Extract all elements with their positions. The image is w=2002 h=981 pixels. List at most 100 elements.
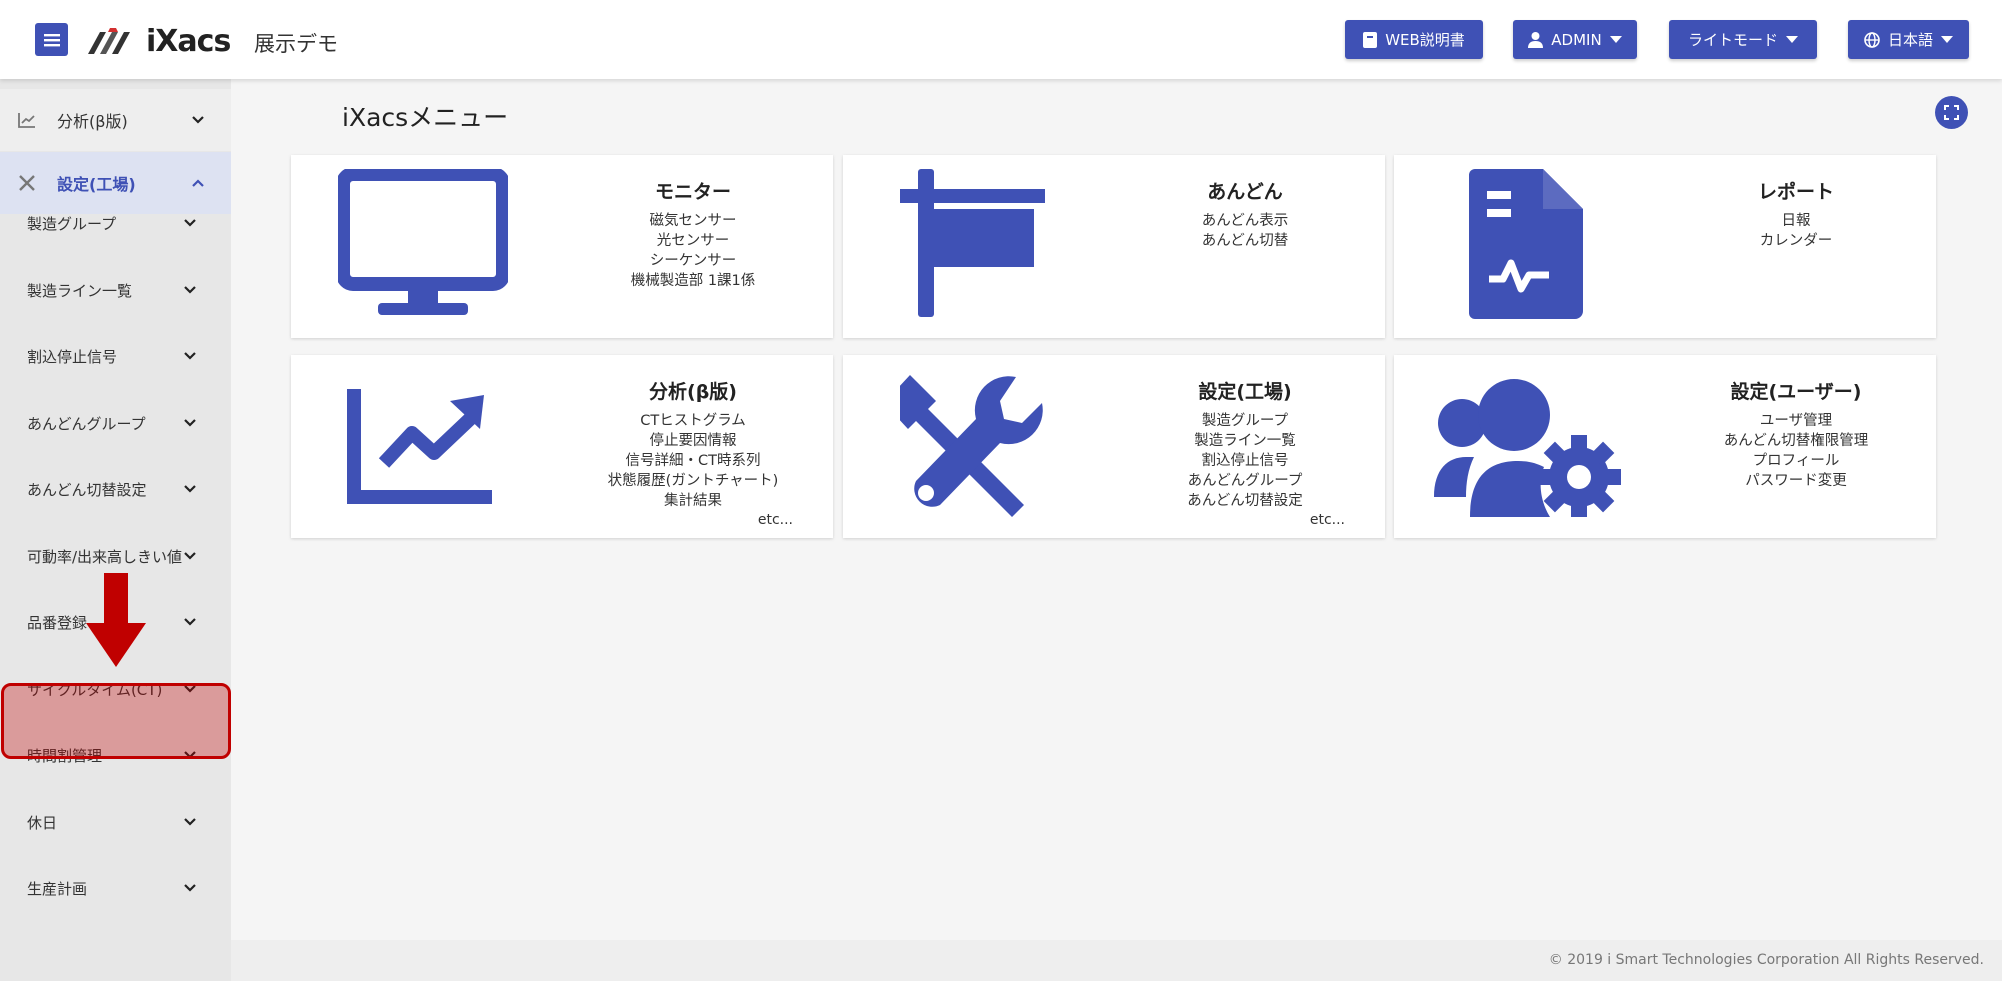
sidebar-subitem-label: 割込停止信号 (27, 347, 118, 366)
card-link[interactable]: シーケンサー (563, 251, 823, 271)
footer: © 2019 i Smart Technologies Corporation … (231, 940, 2002, 981)
caret-down-icon (1786, 35, 1798, 43)
menu-card[interactable]: 設定(ユーザー) ユーザ管理 あんどん切替権限管理 プロフィール パスワード変更 (1394, 355, 1936, 538)
card-link[interactable]: あんどん切替権限管理 (1666, 431, 1926, 451)
language-label: 日本語 (1887, 31, 1933, 49)
chevron-down-icon (184, 352, 196, 360)
card-title: 設定(工場) (1198, 381, 1292, 403)
card-links: ユーザ管理 あんどん切替権限管理 プロフィール パスワード変更 (1666, 411, 1926, 491)
copyright-text: © 2019 i Smart Technologies Corporation … (1548, 952, 1984, 968)
sidebar-item-label: 分析(β版) (57, 112, 128, 131)
sidebar-subitem-label: 品番登録 (27, 613, 88, 632)
page-title: iXacsメニュー (342, 103, 509, 132)
card-etc: etc... (1309, 512, 1345, 528)
sidebar: 分析(β版) 設定(工場) 製造グループ 製造ライン一覧 割込停止信号 あんどんグルー… (0, 79, 231, 981)
report-icon (1469, 169, 1584, 323)
card-link[interactable]: 集計結果 (563, 491, 823, 511)
sidebar-subitem[interactable]: あんどん切替設定 (0, 456, 231, 522)
sidebar-subitem[interactable]: 製造グループ (0, 190, 231, 256)
card-title: 分析(β版) (649, 381, 737, 403)
hamburger-icon (43, 33, 60, 46)
card-link[interactable]: 機械製造部 1課1係 (563, 271, 823, 291)
menu-card[interactable]: モニター 磁気センサー 光センサー シーケンサー 機械製造部 1課1係 (291, 155, 833, 338)
sidebar-subitem-label: あんどんグループ (27, 414, 146, 433)
sidebar-subitem[interactable]: 製造ライン一覧 (0, 257, 231, 323)
hamburger-menu-button[interactable] (35, 23, 68, 56)
card-link[interactable]: ユーザ管理 (1666, 411, 1926, 431)
card-links: 日報 カレンダー (1666, 211, 1926, 251)
book-icon (1363, 31, 1378, 48)
card-link[interactable]: 磁気センサー (563, 211, 823, 231)
chevron-down-icon (184, 219, 196, 227)
sidebar-subitem-label: 生産計画 (27, 879, 88, 898)
user-icon (1528, 31, 1544, 48)
chevron-down-icon (184, 419, 196, 427)
card-title: レポート (1757, 181, 1834, 203)
caret-down-icon (1609, 35, 1622, 43)
menu-card[interactable]: レポート日報 カレンダー (1394, 155, 1936, 338)
card-links: 磁気センサー 光センサー シーケンサー 機械製造部 1課1係 (563, 211, 823, 291)
chevron-down-icon (184, 618, 196, 626)
card-links: 製造グループ 製造ライン一覧 割込停止信号 あんどんグループ あんどん切替設定 (1115, 411, 1375, 511)
card-link[interactable]: あんどん表示 (1115, 211, 1375, 231)
user-menu-button[interactable]: ADMIN (1513, 20, 1637, 59)
logo-mark-icon (88, 28, 130, 54)
card-link[interactable]: CTヒストグラム (563, 411, 823, 431)
sidebar-subitem-label: 製造グループ (27, 214, 117, 233)
card-link[interactable]: 製造グループ (1115, 411, 1375, 431)
card-link[interactable]: 日報 (1666, 211, 1926, 231)
card-link[interactable]: パスワード変更 (1666, 471, 1926, 491)
card-link[interactable]: 停止要因情報 (563, 431, 823, 451)
caret-down-icon (1941, 35, 1953, 43)
highlight-box (1, 683, 231, 759)
card-etc: etc... (757, 512, 793, 528)
card-link[interactable]: 光センサー (563, 231, 823, 251)
card-link[interactable]: 状態履歴(ガントチャート) (563, 471, 823, 491)
sidebar-subitem[interactable]: 割込停止信号 (0, 323, 231, 389)
app-logo[interactable]: iXacs (88, 23, 231, 59)
menu-card[interactable]: 設定(工場) 製造グループ 製造ライン一覧 割込停止信号 あんどんグループ あんどん切替設… (843, 355, 1385, 538)
app-header: iXacs 展示デモ WEB説明書 ADMIN ライトモード 日本語 (0, 0, 2002, 79)
monitor-icon (336, 167, 510, 323)
chevron-down-icon (184, 485, 196, 493)
menu-card[interactable]: 分析(β版) CTヒストグラム 停止要因情報 信号詳細・CT時系列 状態履歴(ガントチャ… (291, 355, 833, 538)
card-link[interactable]: プロフィール (1666, 451, 1926, 471)
chevron-up-icon (192, 179, 204, 187)
theme-mode-label: ライトモード (1687, 31, 1778, 49)
sidebar-subitem-label: あんどん切替設定 (27, 480, 147, 499)
chart-line-icon (18, 113, 35, 128)
web-manual-button[interactable]: WEB説明書 (1345, 20, 1483, 59)
web-manual-label: WEB説明書 (1385, 31, 1465, 49)
menu-card[interactable]: あんどんあんどん表示 あんどん切替 (843, 155, 1385, 338)
theme-mode-button[interactable]: ライトモード (1669, 20, 1817, 59)
chevron-down-icon (184, 884, 196, 892)
logo-text: iXacs (146, 23, 231, 59)
card-link[interactable]: あんどん切替 (1115, 231, 1375, 251)
card-links: CTヒストグラム 停止要因情報 信号詳細・CT時系列 状態履歴(ガントチャート) 集計結… (563, 411, 823, 511)
flag-icon (900, 169, 1050, 323)
card-link[interactable]: 信号詳細・CT時系列 (563, 451, 823, 471)
users-cog-icon (1434, 377, 1624, 521)
card-link[interactable]: あんどんグループ (1115, 471, 1375, 491)
card-link[interactable]: 割込停止信号 (1115, 451, 1375, 471)
user-menu-label: ADMIN (1551, 30, 1602, 49)
card-links: あんどん表示 あんどん切替 (1115, 211, 1375, 251)
sidebar-subitem-label: 可動率/出来高しきい値 (27, 547, 183, 566)
card-link[interactable]: 製造ライン一覧 (1115, 431, 1375, 451)
sidebar-subitem[interactable]: 生産計画 (0, 855, 231, 921)
sidebar-subitem[interactable]: あんどんグループ (0, 390, 231, 456)
card-title: あんどん (1207, 181, 1283, 203)
chevron-down-icon (184, 818, 196, 826)
card-title: 設定(ユーザー) (1730, 381, 1862, 403)
arrow-down-icon (86, 573, 146, 667)
site-name: 展示デモ (254, 32, 338, 56)
fullscreen-button[interactable] (1935, 96, 1968, 129)
fullscreen-icon (1944, 105, 1959, 120)
chevron-down-icon (184, 286, 196, 294)
sidebar-item-analysis[interactable]: 分析(β版) (0, 89, 231, 151)
card-link[interactable]: カレンダー (1666, 231, 1926, 251)
language-button[interactable]: 日本語 (1848, 20, 1969, 59)
card-link[interactable]: あんどん切替設定 (1115, 491, 1375, 511)
sidebar-subitem[interactable]: 休日 (0, 789, 231, 855)
chart-line-icon (346, 385, 496, 509)
